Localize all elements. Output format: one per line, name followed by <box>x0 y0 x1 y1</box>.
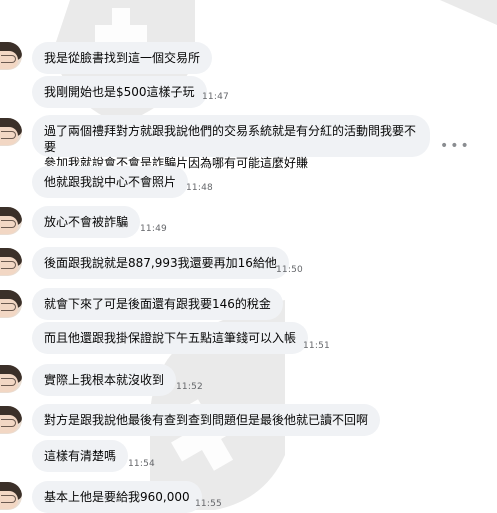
message-timestamp: 11:51 <box>303 341 330 351</box>
avatar[interactable] <box>0 482 22 510</box>
message-bubble[interactable]: 對方是跟我說他最後有查到查到問題但是最後他就已讀不回啊 <box>32 404 381 436</box>
message-timestamp: 11:50 <box>276 265 303 275</box>
message-timestamp: 11:47 <box>202 92 229 102</box>
avatar[interactable] <box>0 406 22 434</box>
message-text: 他就跟我說中心不會照片 <box>44 175 177 189</box>
message-timestamp: 11:49 <box>140 224 167 234</box>
message-bubble[interactable]: 基本上他是要給我960,000 <box>32 481 202 513</box>
avatar[interactable] <box>0 290 22 318</box>
message-text: 我剛開始也是$500這樣子玩 <box>44 85 195 99</box>
message-text: 對方是跟我說他最後有查到查到問題但是最後他就已讀不回啊 <box>44 413 369 427</box>
message-bubble[interactable]: 實際上我根本就沒收到 <box>32 364 177 396</box>
avatar[interactable] <box>0 207 22 235</box>
chat-thread: 我是從臉書找到這一個交易所 我剛開始也是$500這樣子玩 11:47 過了兩個禮… <box>0 0 497 513</box>
message-text: 後面跟我說就是887,993我還要再加16給他 <box>44 256 277 270</box>
message-text: 而且他還跟我掛保證說下午五點這筆錢可以入帳 <box>44 331 297 345</box>
message-bubble[interactable]: 我是從臉書找到這一個交易所 <box>32 42 213 74</box>
message-text-line: 過了兩個禮拜對方就跟我說他們的交易系統就是有分紅的活動問我要不要 <box>44 124 417 154</box>
avatar[interactable] <box>0 42 22 70</box>
message-text: 放心不會被詐騙 <box>44 215 129 229</box>
message-bubble[interactable]: 這樣有清楚嗎 <box>32 440 129 472</box>
message-timestamp: 11:52 <box>176 382 203 392</box>
message-timestamp: 11:54 <box>128 459 155 469</box>
message-bubble[interactable]: 後面跟我說就是887,993我還要再加16給他 <box>32 247 289 279</box>
avatar[interactable] <box>0 248 22 276</box>
message-text: 這樣有清楚嗎 <box>44 449 117 463</box>
message-bubble[interactable]: 他就跟我說中心不會照片 <box>32 166 189 198</box>
avatar[interactable] <box>0 118 22 146</box>
message-bubble[interactable]: 放心不會被詐騙 <box>32 206 141 238</box>
message-text: 實際上我根本就沒收到 <box>44 373 165 387</box>
message-text: 就會下來了可是後面還有跟我要146的稅金 <box>44 297 271 311</box>
message-bubble[interactable]: 就會下來了可是後面還有跟我要146的稅金 <box>32 288 283 320</box>
message-bubble[interactable]: 過了兩個禮拜對方就跟我說他們的交易系統就是有分紅的活動問我要不要 參加我就說會不… <box>32 115 430 170</box>
message-timestamp: 11:55 <box>195 499 222 509</box>
avatar[interactable] <box>0 365 22 393</box>
message-text: 基本上他是要給我960,000 <box>44 490 190 504</box>
message-bubble[interactable]: 我剛開始也是$500這樣子玩 <box>32 76 207 108</box>
message-text: 我是從臉書找到這一個交易所 <box>44 51 201 65</box>
message-bubble[interactable]: 而且他還跟我掛保證說下午五點這筆錢可以入帳 <box>32 322 309 354</box>
more-horizontal-icon[interactable]: ••• <box>440 138 471 154</box>
message-timestamp: 11:48 <box>186 183 213 193</box>
